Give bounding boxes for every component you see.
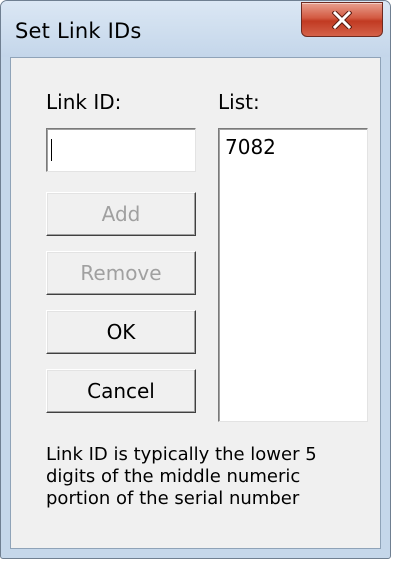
title-bar[interactable]: Set Link IDs xyxy=(1,1,390,57)
dialog-client-area: Link ID: List: 7082 Add Remove OK Cancel… xyxy=(10,57,381,549)
cancel-button[interactable]: Cancel xyxy=(46,369,196,413)
close-button[interactable] xyxy=(301,2,383,37)
hint-line: portion of the serial number xyxy=(46,488,300,509)
dialog-window: Set Link IDs Link ID: List: 7082 Add Rem… xyxy=(0,0,391,559)
hint-text: Link ID is typically the lower 5 digits … xyxy=(46,444,366,510)
ok-button[interactable]: OK xyxy=(46,310,196,354)
hint-line: Link ID is typically the lower 5 xyxy=(46,444,317,465)
window-title: Set Link IDs xyxy=(15,19,142,43)
list-label: List: xyxy=(218,90,260,114)
link-id-listbox[interactable]: 7082 xyxy=(218,128,368,422)
hint-line: digits of the middle numeric xyxy=(46,466,301,487)
link-id-input[interactable] xyxy=(46,128,196,172)
add-button[interactable]: Add xyxy=(46,192,196,236)
link-id-label: Link ID: xyxy=(46,90,122,114)
remove-button[interactable]: Remove xyxy=(46,251,196,295)
list-item[interactable]: 7082 xyxy=(225,135,276,159)
text-caret xyxy=(51,139,52,161)
close-icon xyxy=(332,10,352,29)
